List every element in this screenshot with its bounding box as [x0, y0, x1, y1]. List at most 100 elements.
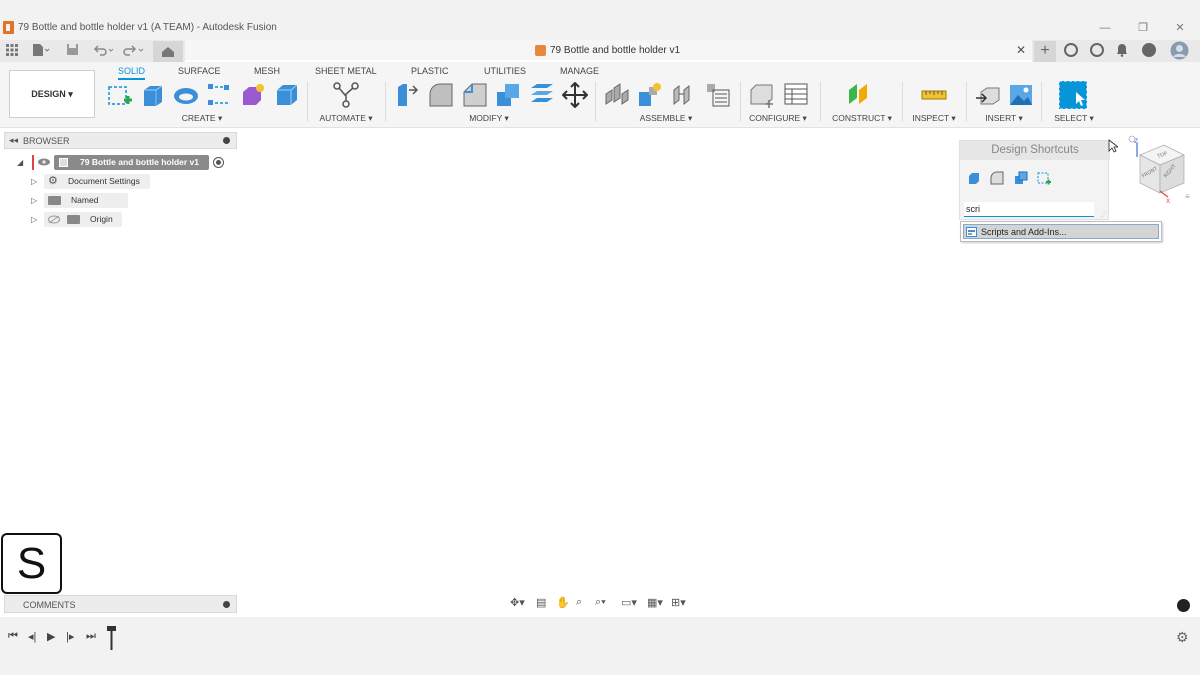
undo-icon[interactable] [93, 44, 115, 56]
grid-menu-icon[interactable] [6, 44, 18, 56]
tab-mesh[interactable]: MESH [254, 66, 280, 76]
move-icon[interactable] [562, 82, 588, 108]
form-icon[interactable] [240, 82, 266, 108]
construct-group-label[interactable]: CONSTRUCT ▾ [828, 113, 896, 124]
browser-item-named-views[interactable]: ▷ Named Views [28, 193, 228, 220]
go-to-start-icon[interactable]: ⏮ [8, 630, 18, 643]
fillet-icon[interactable] [428, 82, 454, 108]
new-tab-button[interactable]: + [1034, 41, 1056, 62]
orbit-icon[interactable]: ✥▾ [510, 596, 525, 609]
sketch-icon[interactable] [1037, 171, 1051, 185]
minimize-button[interactable]: — [1098, 21, 1112, 35]
offset-plane-icon[interactable] [847, 82, 873, 108]
resize-grip-icon[interactable]: ⋰ [1101, 211, 1107, 218]
grid-settings-icon[interactable]: ▦▾ [647, 596, 663, 609]
tab-utilities[interactable]: UTILITIES [484, 66, 526, 76]
bell-icon[interactable] [1116, 43, 1128, 57]
play-icon[interactable]: ▶ [47, 630, 55, 643]
insert-derive-icon[interactable] [975, 82, 1001, 108]
create-group-label[interactable]: CREATE ▾ [170, 113, 234, 124]
automate-group-label[interactable]: AUTOMATE ▾ [312, 113, 380, 124]
revolve-icon[interactable] [173, 82, 199, 108]
browser-item-origin[interactable]: ▷ Origin [28, 212, 228, 227]
as-built-joint-icon[interactable] [671, 82, 697, 108]
expand-arrow-icon[interactable]: ▷ [31, 215, 37, 224]
redo-icon[interactable] [122, 44, 146, 56]
configuration-table-icon[interactable] [783, 82, 809, 108]
tab-manage[interactable]: MANAGE [560, 66, 599, 76]
box-icon[interactable] [274, 82, 300, 108]
comments-panel-header[interactable]: COMMENTS [4, 595, 237, 613]
sweep-icon[interactable] [207, 82, 233, 108]
tab-surface[interactable]: SURFACE [178, 66, 221, 76]
collapse-panel-icon[interactable]: ◂◂ [9, 135, 18, 146]
suggestion-scripts-and-addins[interactable]: Scripts and Add-Ins... [963, 224, 1159, 239]
go-to-end-icon[interactable]: ⏭ [86, 630, 96, 643]
restore-button[interactable]: ❐ [1136, 21, 1150, 35]
file-icon[interactable] [32, 43, 50, 57]
hidden-eye-icon[interactable] [48, 215, 60, 224]
viewcube-menu-icon[interactable]: ≡ [1185, 192, 1190, 201]
browser-root-label[interactable]: 79 Bottle and bottle holder v1 [54, 155, 209, 170]
assemble-group-label[interactable]: ASSEMBLE ▾ [634, 113, 698, 124]
extrude-icon[interactable] [140, 82, 166, 108]
shell-icon[interactable] [495, 82, 521, 108]
tab-plastic[interactable]: PLASTIC [411, 66, 449, 76]
measure-icon[interactable] [921, 82, 947, 108]
feedback-icon[interactable] [1177, 599, 1190, 612]
display-settings-icon[interactable]: ▭▾ [621, 596, 637, 609]
avatar[interactable] [1170, 41, 1189, 60]
panel-pin-icon[interactable] [223, 137, 230, 144]
workspace-switcher[interactable]: DESIGN ▾ [9, 70, 95, 118]
home-button[interactable] [153, 41, 183, 62]
modify-group-label[interactable]: MODIFY ▾ [457, 113, 521, 124]
viewports-icon[interactable]: ⊞▾ [671, 596, 686, 609]
tree-item-label[interactable]: Document Settings [44, 174, 150, 189]
save-icon[interactable] [66, 43, 79, 56]
timeline-marker[interactable] [107, 626, 116, 650]
step-forward-icon[interactable]: |▸ [66, 630, 74, 643]
expand-arrow-icon[interactable]: ▷ [31, 177, 37, 186]
expand-arrow-icon[interactable]: ▷ [31, 196, 37, 205]
browser-item-document-settings[interactable]: ▷ Document Settings ⚙ [28, 174, 228, 189]
step-back-icon[interactable]: ◂| [28, 630, 36, 643]
new-component-icon[interactable] [604, 82, 630, 108]
press-pull-icon[interactable] [395, 82, 421, 108]
browser-panel-header[interactable]: ◂◂ BROWSER [4, 132, 237, 149]
visibility-eye-icon[interactable] [38, 158, 50, 166]
select-icon[interactable] [1058, 80, 1088, 110]
bill-of-materials-icon[interactable] [705, 82, 731, 108]
close-tab-button[interactable]: ✕ [1016, 43, 1026, 57]
help-icon[interactable] [1142, 43, 1156, 57]
automate-icon[interactable] [333, 82, 359, 108]
split-body-icon[interactable] [529, 82, 555, 108]
select-group-label[interactable]: SELECT ▾ [1046, 113, 1102, 124]
collapse-arrow-icon[interactable]: ◢ [17, 158, 23, 167]
fit-icon[interactable]: ⌕▾ [595, 596, 606, 609]
fillet-icon[interactable] [990, 171, 1004, 185]
extrude-icon[interactable] [967, 171, 981, 185]
activate-radio[interactable] [213, 157, 224, 168]
comments-pin-icon[interactable] [223, 601, 230, 608]
insert-canvas-icon[interactable] [1008, 82, 1034, 108]
create-sketch-icon[interactable] [106, 82, 132, 108]
tab-sheet-metal[interactable]: SHEET METAL [315, 66, 377, 76]
pan-icon[interactable]: ✋ [556, 596, 570, 609]
shortcut-search-input[interactable] [964, 202, 1094, 217]
job-status-icon[interactable] [1090, 43, 1104, 57]
joint-icon[interactable] [637, 82, 663, 108]
view-cube[interactable]: TOP FRONT RIGHT Z X [1128, 135, 1190, 205]
zoom-icon[interactable]: ⌕ [576, 596, 582, 609]
combine-icon[interactable] [1014, 171, 1028, 185]
chamfer-icon[interactable] [462, 82, 488, 108]
close-window-button[interactable]: ✕ [1173, 21, 1187, 35]
configure-group-label[interactable]: CONFIGURE ▾ [744, 113, 812, 124]
inspect-group-label[interactable]: INSPECT ▾ [906, 113, 962, 124]
look-at-icon[interactable]: ▤ [536, 596, 546, 609]
extensions-icon[interactable] [1064, 43, 1078, 57]
configure-icon[interactable] [749, 82, 775, 108]
browser-root-row[interactable]: ◢ 79 Bottle and bottle holder v1 [14, 155, 244, 170]
tab-solid[interactable]: SOLID [118, 66, 146, 80]
timeline-settings-gear-icon[interactable]: ⚙ [1176, 629, 1189, 646]
insert-group-label[interactable]: INSERT ▾ [978, 113, 1030, 124]
